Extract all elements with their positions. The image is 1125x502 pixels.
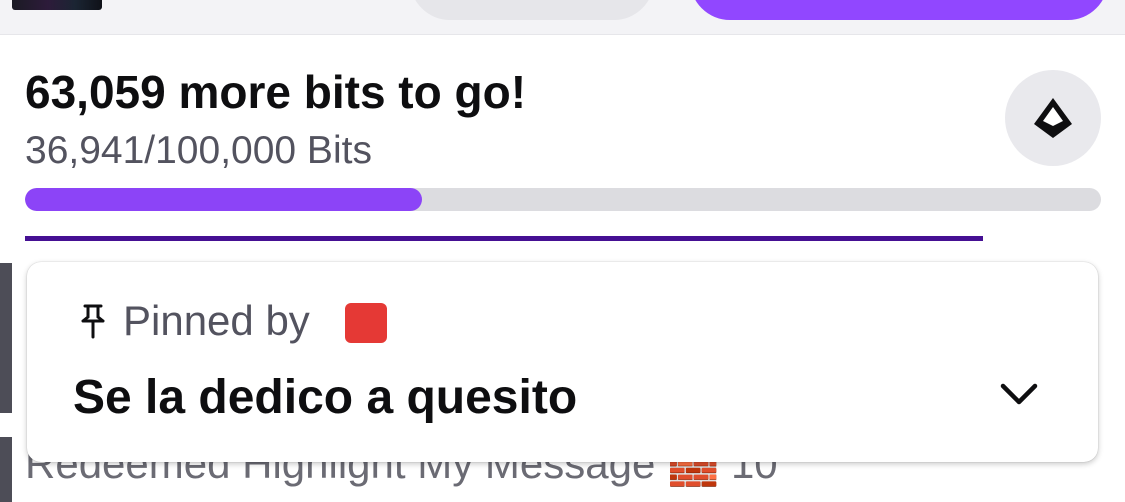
pinned-message-card[interactable]: Pinned by Se la dedico a quesito — [27, 262, 1098, 462]
primary-action-button[interactable] — [690, 0, 1108, 20]
pinned-by-label: Pinned by — [123, 297, 310, 344]
header-strip — [0, 0, 1125, 34]
goal-title: 63,059 more bits to go! — [25, 66, 527, 118]
redacted-username — [389, 303, 599, 343]
chat-highlight-mark — [0, 263, 12, 413]
expand-pinned-button[interactable] — [989, 374, 1049, 418]
chat-highlight-mark — [0, 437, 12, 502]
secondary-action-button[interactable] — [410, 0, 654, 20]
chevron-down-icon — [1000, 383, 1038, 405]
channel-thumbnail[interactable] — [12, 0, 102, 10]
user-badge-icon — [345, 303, 387, 343]
stream-progress-line — [25, 236, 983, 241]
bits-goal-card: 63,059 more bits to go! 36,941/100,000 B… — [0, 35, 1125, 235]
pin-icon — [81, 304, 105, 339]
bits-icon — [1034, 98, 1072, 138]
goal-progress-fill — [25, 188, 423, 211]
goal-progress-text: 36,941/100,000 Bits — [25, 129, 372, 172]
goal-progress-bar — [25, 188, 1101, 211]
pinned-message-text: Se la dedico a quesito — [73, 371, 578, 424]
bits-button[interactable] — [1005, 70, 1101, 166]
